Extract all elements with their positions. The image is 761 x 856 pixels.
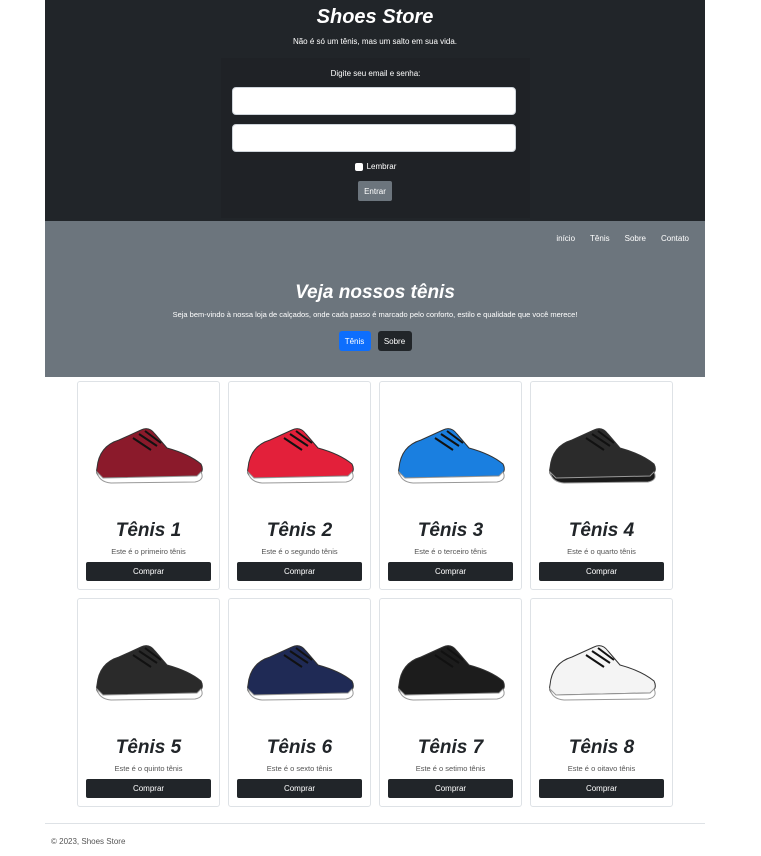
product-card: Tênis 3 Este é o terceiro tênis Comprar bbox=[379, 381, 522, 590]
shoe-icon bbox=[397, 428, 505, 484]
remember-row: Lembrar bbox=[221, 162, 530, 171]
password-field[interactable] bbox=[232, 124, 516, 152]
tagline: Não é só um tênis, mas um salto em sua v… bbox=[292, 37, 458, 46]
nav-item-sobre[interactable]: Sobre bbox=[625, 234, 646, 243]
product-description: Este é o setimo tênis bbox=[415, 764, 486, 773]
sobre-button[interactable]: Sobre bbox=[377, 331, 412, 351]
product-image bbox=[84, 388, 213, 514]
product-image bbox=[235, 605, 364, 731]
hero-text: Seja bem-vindo à nossa loja de calçados,… bbox=[172, 310, 578, 319]
hero-title: Veja nossos tênis bbox=[295, 282, 455, 303]
shoe-icon bbox=[95, 428, 203, 484]
product-image bbox=[386, 388, 515, 514]
product-title: Tênis 8 bbox=[568, 737, 635, 758]
buy-button[interactable]: Comprar bbox=[237, 779, 362, 798]
nav-item-tenis[interactable]: Tênis bbox=[590, 234, 610, 243]
login-prompt: Digite seu email e senha: bbox=[330, 69, 421, 78]
product-description: Este é o oitavo tênis bbox=[567, 764, 636, 773]
product-card: Tênis 4 Este é o quarto tênis Comprar bbox=[530, 381, 673, 590]
shoe-icon bbox=[548, 645, 656, 701]
product-image bbox=[235, 388, 364, 514]
buy-button[interactable]: Comprar bbox=[388, 562, 513, 581]
product-grid: Tênis 1 Este é o primeiro tênis Comprar … bbox=[77, 381, 674, 807]
header: Shoes Store Não é só um tênis, mas um sa… bbox=[45, 0, 705, 221]
product-title: Tênis 5 bbox=[115, 737, 182, 758]
remember-checkbox[interactable] bbox=[354, 162, 363, 171]
buy-button[interactable]: Comprar bbox=[86, 779, 211, 798]
product-card: Tênis 8 Este é o oitavo tênis Comprar bbox=[530, 598, 673, 807]
product-card: Tênis 1 Este é o primeiro tênis Comprar bbox=[77, 381, 220, 590]
product-title: Tênis 2 bbox=[266, 520, 333, 541]
product-image bbox=[386, 605, 515, 731]
product-description: Este é o terceiro tênis bbox=[414, 547, 487, 556]
product-description: Este é o quinto tênis bbox=[114, 764, 183, 773]
tenis-button[interactable]: Tênis bbox=[338, 331, 371, 351]
product-title: Tênis 7 bbox=[417, 737, 484, 758]
nav-item-inicio[interactable]: início bbox=[556, 234, 575, 243]
product-description: Este é o primeiro tênis bbox=[111, 547, 186, 556]
buy-button[interactable]: Comprar bbox=[86, 562, 211, 581]
buy-button[interactable]: Comprar bbox=[539, 779, 664, 798]
buy-button[interactable]: Comprar bbox=[237, 562, 362, 581]
remember-label: Lembrar bbox=[366, 162, 397, 171]
product-description: Este é o segundo tênis bbox=[261, 547, 338, 556]
login-form: Digite seu email e senha: Lembrar Entrar bbox=[221, 58, 530, 218]
shoe-icon bbox=[397, 645, 505, 701]
shoe-icon bbox=[548, 428, 656, 484]
product-card: Tênis 5 Este é o quinto tênis Comprar bbox=[77, 598, 220, 807]
product-title: Tênis 4 bbox=[568, 520, 635, 541]
buy-button[interactable]: Comprar bbox=[388, 779, 513, 798]
footer-copyright: © 2023, Shoes Store bbox=[51, 837, 126, 846]
product-description: Este é o sexto tênis bbox=[266, 764, 333, 773]
buy-button[interactable]: Comprar bbox=[539, 562, 664, 581]
product-image bbox=[84, 605, 213, 731]
hero-buttons: Tênis Sobre bbox=[45, 331, 705, 351]
product-card: Tênis 2 Este é o segundo tênis Comprar bbox=[228, 381, 371, 590]
product-title: Tênis 3 bbox=[417, 520, 484, 541]
login-button[interactable]: Entrar bbox=[358, 181, 392, 201]
product-image bbox=[537, 605, 666, 731]
product-card: Tênis 6 Este é o sexto tênis Comprar bbox=[228, 598, 371, 807]
product-image bbox=[537, 388, 666, 514]
shoe-icon bbox=[95, 645, 203, 701]
shoe-icon bbox=[246, 645, 354, 701]
product-title: Tênis 6 bbox=[266, 737, 333, 758]
hero-section: início Tênis Sobre Contato Veja nossos t… bbox=[45, 221, 705, 377]
site-title: Shoes Store bbox=[316, 6, 434, 28]
footer-divider bbox=[45, 823, 705, 824]
product-card: Tênis 7 Este é o setimo tênis Comprar bbox=[379, 598, 522, 807]
nav-item-contato[interactable]: Contato bbox=[661, 234, 689, 243]
product-description: Este é o quarto tênis bbox=[567, 547, 636, 556]
shoe-icon bbox=[246, 428, 354, 484]
main-nav: início Tênis Sobre Contato bbox=[556, 234, 689, 243]
product-title: Tênis 1 bbox=[115, 520, 182, 541]
email-field[interactable] bbox=[232, 87, 516, 115]
